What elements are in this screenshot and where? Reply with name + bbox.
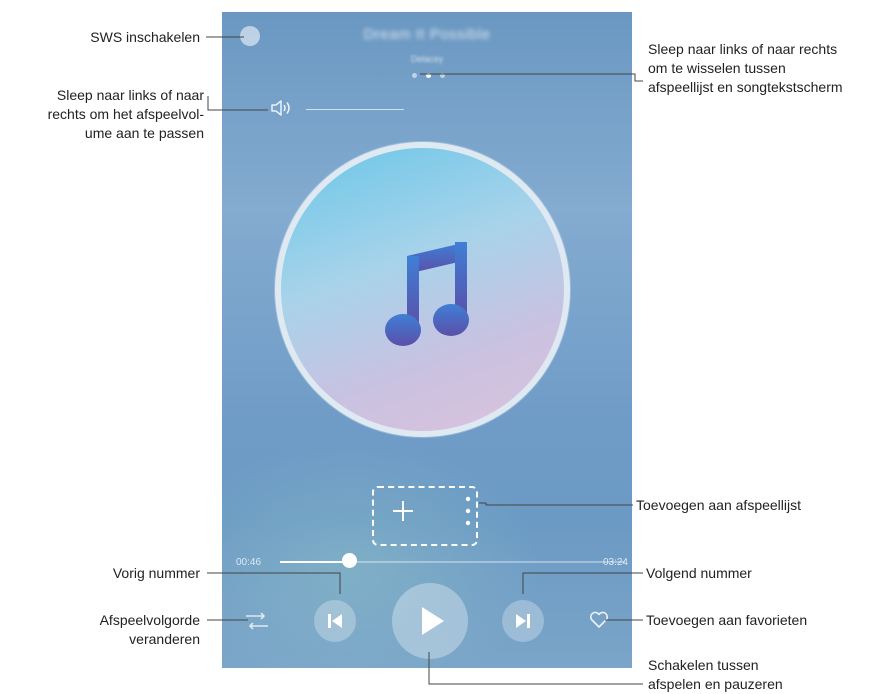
callout-line: afspelen en pauzeren <box>648 676 783 692</box>
callout-line: ume aan te passen <box>84 125 204 141</box>
callout-line: Schakelen tussen <box>648 657 759 673</box>
callout-next: Volgend nummer <box>646 565 752 581</box>
callout-previous: Vorig nummer <box>112 565 200 581</box>
callout-line: Afspeelvolgorde <box>99 612 200 628</box>
callout-play-pause: Schakelen tussen afspelen en pauzeren <box>648 656 884 694</box>
callout-order: Afspeelvolgorde veranderen <box>40 611 200 649</box>
callout-line: afspeellijst en songtekstscherm <box>648 79 843 95</box>
callout-favorites: Toevoegen aan favorieten <box>646 612 808 628</box>
callout-line: Sleep naar links of naar rechts <box>648 41 838 57</box>
callout-line: Sleep naar links of naar <box>56 87 204 103</box>
callout-line: om te wisselen tussen <box>648 60 786 76</box>
callout-sws: SWS inschakelen <box>90 29 200 45</box>
callout-line: rechts om het afspeelvol- <box>47 106 204 122</box>
callout-swipe-pages: Sleep naar links of naar rechts om te wi… <box>648 40 884 97</box>
callout-volume: Sleep naar links of naar rechts om het a… <box>4 86 204 143</box>
callout-line: veranderen <box>129 631 200 647</box>
callout-add-playlist: Toevoegen aan afspeellijst <box>636 497 802 513</box>
